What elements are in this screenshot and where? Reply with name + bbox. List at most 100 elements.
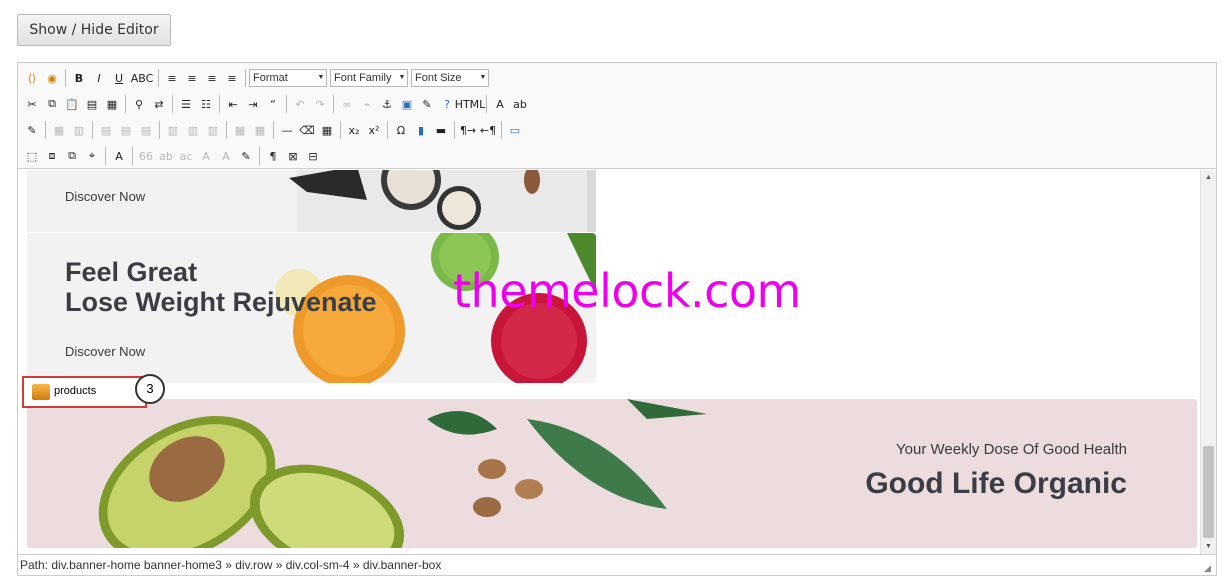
indent-icon[interactable]: ⇥: [243, 94, 263, 114]
strikethrough-icon[interactable]: ABC: [129, 68, 155, 88]
edit-icon[interactable]: ✎: [22, 120, 42, 140]
toolbar-separator: [65, 69, 66, 87]
find-icon[interactable]: ⚲: [129, 94, 149, 114]
annotation-badge: 3: [135, 374, 165, 404]
image-icon[interactable]: ▣: [397, 94, 417, 114]
editor-toolbar: ⟨⟩ ◉ B I U ABC ≡ ≡ ≡ ≡ Format ▼ Font Family ▼ Font Siz…: [18, 63, 1216, 169]
nonbreaking-icon[interactable]: ⊠: [283, 146, 303, 166]
blockquote-icon[interactable]: “: [263, 94, 283, 114]
toolbar-separator: [454, 121, 455, 139]
absolute-icon[interactable]: ⌖: [82, 146, 102, 166]
chevron-down-icon: ▼: [479, 74, 487, 81]
toolbar-separator: [340, 121, 341, 139]
numbered-list-icon[interactable]: ☷: [196, 94, 216, 114]
move-forward-icon[interactable]: ⧈: [42, 146, 62, 166]
scrollbar-thumb[interactable]: [1203, 446, 1214, 538]
banner2-discover-link[interactable]: Discover Now: [65, 344, 145, 359]
del-icon[interactable]: A: [196, 146, 216, 166]
delete-row-icon[interactable]: ▤: [136, 120, 156, 140]
show-hide-editor-button[interactable]: Show / Hide Editor: [17, 14, 171, 46]
html-icon[interactable]: HTML: [455, 94, 486, 114]
replace-icon[interactable]: ⇄: [149, 94, 169, 114]
editor-content-area[interactable]: Discover Now Feel Great Lose Weight Reju…: [18, 170, 1200, 554]
abbr-icon[interactable]: ab: [156, 146, 176, 166]
delete-col-icon[interactable]: ▥: [203, 120, 223, 140]
row-after-icon[interactable]: ▤: [116, 120, 136, 140]
acronym-icon[interactable]: ac: [176, 146, 196, 166]
align-justify-icon[interactable]: ≡: [222, 68, 242, 88]
visual-aid-icon[interactable]: ▦: [317, 120, 337, 140]
undo-icon[interactable]: ↶: [290, 94, 310, 114]
products-module-tag[interactable]: products: [22, 376, 147, 408]
resize-handle-icon[interactable]: ◢: [1204, 563, 1214, 573]
banner3-title: Good Life Organic: [865, 467, 1127, 500]
editor-status-bar: Path: div.banner-home banner-home3 » div…: [18, 554, 1216, 575]
format-select[interactable]: Format ▼: [249, 69, 327, 87]
toolbar-separator: [172, 95, 173, 113]
table-props-icon[interactable]: ▥: [69, 120, 89, 140]
remove-format-icon[interactable]: ⌫: [297, 120, 317, 140]
font-size-select-label: Font Size: [415, 72, 462, 84]
sources-icon[interactable]: ⟨⟩: [22, 68, 42, 88]
align-center-icon[interactable]: ≡: [182, 68, 202, 88]
align-left-icon[interactable]: ≡: [162, 68, 182, 88]
ins-icon[interactable]: A: [216, 146, 236, 166]
superscript-icon[interactable]: x²: [364, 120, 384, 140]
rtl-icon[interactable]: ←¶: [478, 120, 498, 140]
hr-line-icon[interactable]: ▬: [431, 120, 451, 140]
anchor-icon[interactable]: ⚓: [377, 94, 397, 114]
link-icon[interactable]: ∞: [337, 94, 357, 114]
bold-icon[interactable]: B: [69, 68, 89, 88]
bullet-list-icon[interactable]: ☰: [176, 94, 196, 114]
media-insert-icon[interactable]: ▮: [411, 120, 431, 140]
toolbar-row-1: ⟨⟩ ◉ B I U ABC ≡ ≡ ≡ ≡ Format ▼ Font Family ▼ Font Siz…: [22, 66, 492, 90]
paste-text-icon[interactable]: ▤: [82, 94, 102, 114]
media-icon[interactable]: ◉: [42, 68, 62, 88]
fullscreen-icon[interactable]: ▭: [505, 120, 525, 140]
toolbar-separator: [333, 95, 334, 113]
text-color-icon[interactable]: A: [490, 94, 510, 114]
split-cells-icon[interactable]: ▦: [230, 120, 250, 140]
pagebreak-icon[interactable]: ⊟: [303, 146, 323, 166]
merge-cells-icon[interactable]: ▦: [250, 120, 270, 140]
toolbar-separator: [125, 95, 126, 113]
scroll-up-arrow-icon[interactable]: ▲: [1201, 170, 1216, 185]
visual-chars-icon[interactable]: ¶: [263, 146, 283, 166]
horizontal-rule-icon[interactable]: —: [277, 120, 297, 140]
col-before-icon[interactable]: ▥: [163, 120, 183, 140]
font-family-select[interactable]: Font Family ▼: [330, 69, 408, 87]
move-backward-icon[interactable]: ⧉: [62, 146, 82, 166]
special-char-icon[interactable]: Ω: [391, 120, 411, 140]
copy-icon[interactable]: ⧉: [42, 94, 62, 114]
toolbar-separator: [219, 95, 220, 113]
subscript-icon[interactable]: x₂: [344, 120, 364, 140]
unlink-icon[interactable]: ⌁: [357, 94, 377, 114]
banner1-discover-link[interactable]: Discover Now: [65, 189, 145, 204]
styles-icon[interactable]: A: [109, 146, 129, 166]
toolbar-separator: [501, 121, 502, 139]
paste-icon[interactable]: 📋: [62, 94, 82, 114]
outdent-icon[interactable]: ⇤: [223, 94, 243, 114]
scroll-down-arrow-icon[interactable]: ▼: [1201, 539, 1216, 554]
table-icon[interactable]: ▦: [49, 120, 69, 140]
toolbar-separator: [273, 121, 274, 139]
attribs-icon[interactable]: ✎: [236, 146, 256, 166]
cite-icon[interactable]: 66: [136, 146, 156, 166]
toolbar-separator: [92, 121, 93, 139]
align-right-icon[interactable]: ≡: [202, 68, 222, 88]
font-size-select[interactable]: Font Size ▼: [411, 69, 489, 87]
content-scrollbar[interactable]: ▲ ▼: [1200, 170, 1216, 554]
ltr-icon[interactable]: ¶→: [458, 120, 478, 140]
underline-icon[interactable]: U: [109, 68, 129, 88]
products-module-label: products: [54, 385, 97, 397]
col-after-icon[interactable]: ▥: [183, 120, 203, 140]
italic-icon[interactable]: I: [89, 68, 109, 88]
redo-icon[interactable]: ↷: [310, 94, 330, 114]
highlight-color-icon[interactable]: ab: [510, 94, 530, 114]
row-before-icon[interactable]: ▤: [96, 120, 116, 140]
insert-layer-icon[interactable]: ⬚: [22, 146, 42, 166]
paste-word-icon[interactable]: ▦: [102, 94, 122, 114]
cleanup-icon[interactable]: ✎: [417, 94, 437, 114]
toolbar-row-2: ✂ ⧉ 📋 ▤ ▦ ⚲ ⇄ ☰ ☷ ⇤ ⇥ “↶ ↷ ∞ ⌁ ⚓ ▣ ✎? HTML Aab: [22, 92, 530, 116]
cut-icon[interactable]: ✂: [22, 94, 42, 114]
